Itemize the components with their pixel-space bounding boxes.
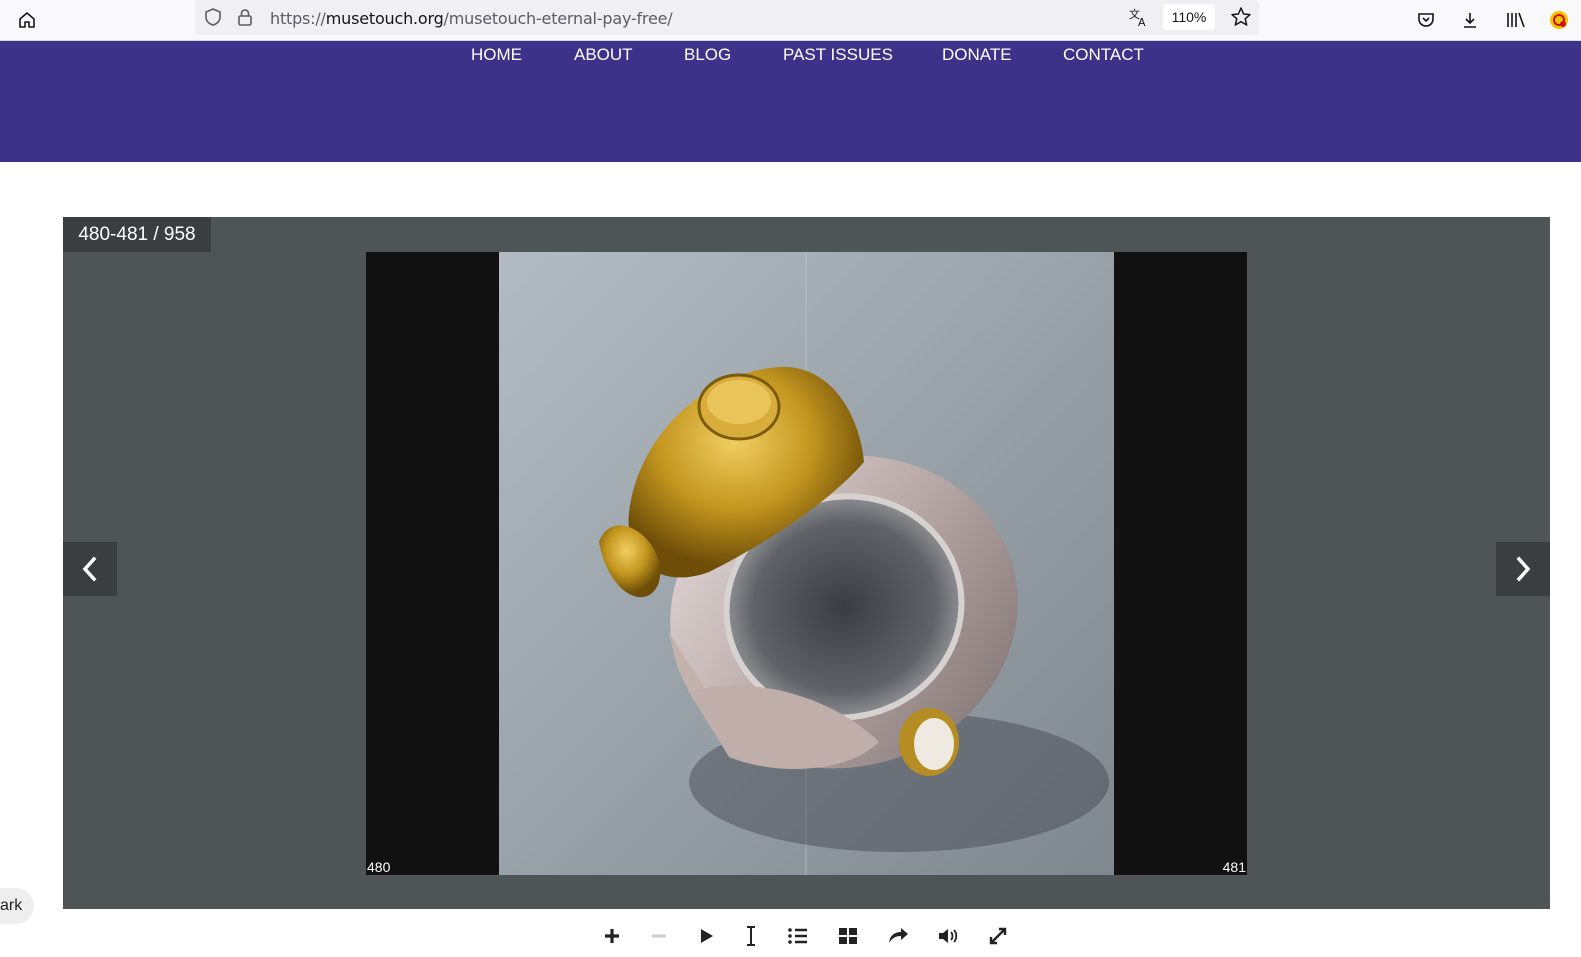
home-icon[interactable] [13,6,41,34]
download-icon[interactable] [1456,6,1484,34]
play-icon[interactable] [691,922,721,950]
text-cursor-icon[interactable] [736,922,766,950]
zoom-out-icon[interactable] [644,922,674,950]
ring-photo [499,252,1114,875]
left-page-number: 480 [367,859,391,875]
svg-text:A: A [1138,16,1146,28]
right-page-number: 481 [1222,859,1246,875]
next-page-button[interactable] [1496,542,1550,596]
browser-toolbar: https://musetouch.org/musetouch-eternal-… [0,0,1581,41]
star-icon[interactable] [1227,3,1255,31]
nav-home[interactable]: HOME [471,45,522,65]
nav-past-issues[interactable]: PAST ISSUES [783,45,893,65]
chevron-right-icon [1516,556,1531,582]
zoom-in-icon[interactable] [597,922,627,950]
nav-blog[interactable]: BLOG [684,45,731,65]
table-of-contents-icon[interactable] [783,922,813,950]
bookmark-chip[interactable]: ark [0,888,34,924]
sound-icon[interactable] [933,922,963,950]
nav-about[interactable]: ABOUT [574,45,633,65]
library-icon[interactable] [1502,6,1530,34]
viewer-controls [595,922,1025,952]
url-bar[interactable]: https://musetouch.org/musetouch-eternal-… [195,0,1259,35]
prev-page-button[interactable] [63,542,117,596]
zoom-level-badge[interactable]: 110% [1163,4,1215,30]
lock-icon[interactable] [231,3,259,31]
page-spread[interactable]: 480 481 [366,252,1247,875]
site-header: HOME ABOUT BLOG PAST ISSUES DONATE CONTA… [0,41,1581,162]
extension-icon[interactable] [1548,6,1581,34]
page-counter: 480-481 / 958 [63,217,211,252]
shield-icon[interactable] [199,3,227,31]
pocket-icon[interactable] [1412,6,1440,34]
nav-contact[interactable]: CONTACT [1063,45,1144,65]
nav-donate[interactable]: DONATE [942,45,1012,65]
main-nav: HOME ABOUT BLOG PAST ISSUES DONATE CONTA… [0,45,1581,67]
chevron-left-icon [82,556,97,582]
flipbook-viewer: 480-481 / 958 480 481 [63,217,1550,909]
share-icon[interactable] [883,922,913,950]
url-text[interactable]: https://musetouch.org/musetouch-eternal-… [270,9,673,28]
translate-icon[interactable]: 文A [1125,3,1153,31]
thumbnails-icon[interactable] [833,922,863,950]
fullscreen-icon[interactable] [983,922,1013,950]
